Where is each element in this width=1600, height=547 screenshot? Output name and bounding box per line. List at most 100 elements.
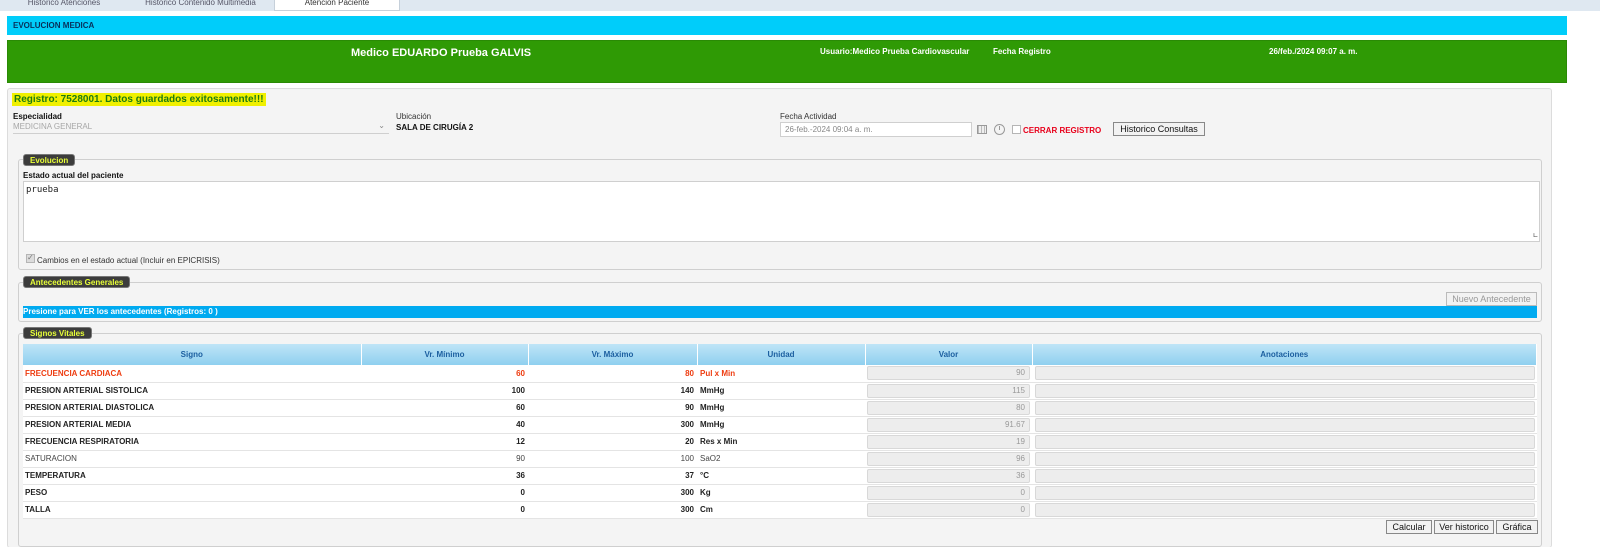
- nuevo-antecedente-button[interactable]: Nuevo Antecedente: [1446, 292, 1537, 306]
- tab-bar: Historico Atenciones Historico Contenido…: [0, 0, 1600, 11]
- doctor-header: Medico EDUARDO Prueba GALVIS Usuario:Med…: [7, 40, 1567, 83]
- page-title: EVOLUCION MEDICA: [7, 16, 1567, 35]
- unidad-cell: Cm: [697, 501, 865, 519]
- fecha-actividad-input[interactable]: 26-feb.-2024 09:04 a. m.: [780, 122, 972, 137]
- anotaciones-input[interactable]: [1035, 417, 1535, 432]
- resize-handle-icon[interactable]: ∟: [1533, 231, 1538, 240]
- unidad-cell: MmHg: [697, 382, 865, 400]
- valor-input[interactable]: 36: [867, 468, 1030, 483]
- cambios-checkbox[interactable]: [26, 253, 35, 263]
- unidad-cell: SaO2: [697, 450, 865, 468]
- table-row: PESO 0 300 Kg 0: [23, 484, 1537, 502]
- col-header-max: Vr. Máximo: [528, 344, 698, 365]
- fecha-registro-value: 26/feb./2024 09:07 a. m.: [1269, 47, 1358, 56]
- max-cell: 100: [528, 450, 697, 468]
- valor-input[interactable]: 0: [867, 502, 1030, 517]
- table-row: TALLA 0 300 Cm 0: [23, 501, 1537, 519]
- estado-textarea[interactable]: prueba ∟: [23, 181, 1540, 242]
- calendar-icon[interactable]: [977, 125, 987, 134]
- fecha-actividad-label: Fecha Actividad: [780, 112, 837, 121]
- especialidad-label: Especialidad: [13, 112, 62, 121]
- unidad-cell: Res x Min: [697, 433, 865, 451]
- anotaciones-input[interactable]: [1035, 400, 1535, 415]
- min-cell: 0: [361, 484, 528, 502]
- max-cell: 300: [528, 416, 697, 434]
- valor-input[interactable]: 19: [867, 434, 1030, 449]
- calcular-button[interactable]: Calcular: [1386, 520, 1432, 534]
- evolucion-legend: Evolucion: [23, 154, 76, 166]
- max-cell: 140: [528, 382, 697, 400]
- success-message: Registro: 7528001. Datos guardados exito…: [12, 93, 266, 106]
- ver-antecedentes-bar[interactable]: Presione para VER los antecedentes (Regi…: [23, 306, 1537, 318]
- tab-historico-multimedia[interactable]: Historico Contenido Multimedia: [128, 0, 273, 11]
- min-cell: 0: [361, 501, 528, 519]
- estado-value: prueba: [26, 185, 59, 195]
- signos-legend: Signos Vitales: [23, 327, 92, 339]
- ubicacion-value: SALA DE CIRUGÍA 2: [396, 123, 474, 132]
- valor-input[interactable]: 115: [867, 383, 1030, 398]
- anotaciones-input[interactable]: [1035, 366, 1535, 381]
- valor-input[interactable]: 0: [867, 485, 1030, 500]
- anotaciones-input[interactable]: [1035, 502, 1535, 517]
- signo-cell: FRECUENCIA CARDIACA: [23, 365, 361, 383]
- especialidad-select[interactable]: MEDICINA GENERAL ⌄: [13, 121, 389, 134]
- ubicacion-label: Ubicación: [396, 112, 432, 121]
- signo-cell: TALLA: [23, 501, 361, 519]
- min-cell: 40: [361, 416, 528, 434]
- valor-input[interactable]: 96: [867, 451, 1030, 466]
- max-cell: 300: [528, 484, 697, 502]
- valor-input[interactable]: 90: [867, 366, 1030, 381]
- signo-cell: PRESION ARTERIAL SISTOLICA: [23, 382, 361, 400]
- unidad-cell: MmHg: [697, 416, 865, 434]
- table-row: FRECUENCIA CARDIACA 60 80 Pul x Min 90: [23, 365, 1537, 383]
- fecha-registro-label: Fecha Registro: [993, 47, 1051, 56]
- unidad-cell: MmHg: [697, 399, 865, 417]
- ver-historico-button[interactable]: Ver historico: [1434, 520, 1494, 534]
- table-row: PRESION ARTERIAL SISTOLICA 100 140 MmHg …: [23, 382, 1537, 400]
- valor-input[interactable]: 80: [867, 400, 1030, 415]
- anotaciones-input[interactable]: [1035, 434, 1535, 449]
- signo-cell: FRECUENCIA RESPIRATORIA: [23, 433, 361, 451]
- grafica-button[interactable]: Gráfica: [1496, 520, 1538, 534]
- user-label: Usuario:Medico Prueba Cardiovascular: [820, 47, 970, 56]
- max-cell: 20: [528, 433, 697, 451]
- doctor-name: Medico EDUARDO Prueba GALVIS: [351, 47, 532, 59]
- anotaciones-input[interactable]: [1035, 383, 1535, 398]
- anotaciones-input[interactable]: [1035, 468, 1535, 483]
- unidad-cell: Kg: [697, 484, 865, 502]
- col-header-unidad: Unidad: [697, 344, 866, 365]
- unidad-cell: Pul x Min: [697, 365, 865, 383]
- anotaciones-input[interactable]: [1035, 485, 1535, 500]
- signo-cell: TEMPERATURA: [23, 467, 361, 485]
- min-cell: 100: [361, 382, 528, 400]
- min-cell: 60: [361, 399, 528, 417]
- clock-icon[interactable]: [994, 124, 1005, 135]
- tab-historico-atenciones[interactable]: Historico Atenciones: [0, 0, 128, 11]
- tab-atencion-paciente[interactable]: Atencion Paciente: [274, 0, 400, 11]
- valor-input[interactable]: 91.67: [867, 417, 1030, 432]
- cambios-label: Cambios en el estado actual (Incluir en …: [37, 256, 220, 265]
- especialidad-value: MEDICINA GENERAL: [13, 122, 93, 131]
- max-cell: 90: [528, 399, 697, 417]
- anotaciones-input[interactable]: [1035, 451, 1535, 466]
- signos-table: Signo Vr. Mínimo Vr. Máximo Unidad Valor…: [23, 344, 1537, 519]
- antecedentes-legend: Antecedentes Generales: [23, 276, 131, 288]
- estado-label: Estado actual del paciente: [23, 171, 124, 180]
- signo-cell: SATURACION: [23, 450, 361, 468]
- signo-cell: PESO: [23, 484, 361, 502]
- col-header-anotaciones: Anotaciones: [1032, 344, 1537, 365]
- historico-consultas-button[interactable]: Historico Consultas: [1113, 122, 1205, 136]
- col-header-valor: Valor: [865, 344, 1033, 365]
- max-cell: 80: [528, 365, 697, 383]
- table-row: SATURACION 90 100 SaO2 96: [23, 450, 1537, 468]
- col-header-signo: Signo: [23, 344, 362, 365]
- cerrar-registro-checkbox[interactable]: [1012, 125, 1021, 134]
- min-cell: 12: [361, 433, 528, 451]
- cerrar-registro-label: CERRAR REGISTRO: [1023, 126, 1102, 135]
- min-cell: 60: [361, 365, 528, 383]
- table-row: FRECUENCIA RESPIRATORIA 12 20 Res x Min …: [23, 433, 1537, 451]
- table-header-row: Signo Vr. Mínimo Vr. Máximo Unidad Valor…: [23, 344, 1537, 365]
- max-cell: 37: [528, 467, 697, 485]
- table-row: PRESION ARTERIAL DIASTOLICA 60 90 MmHg 8…: [23, 399, 1537, 417]
- table-row: TEMPERATURA 36 37 °C 36: [23, 467, 1537, 485]
